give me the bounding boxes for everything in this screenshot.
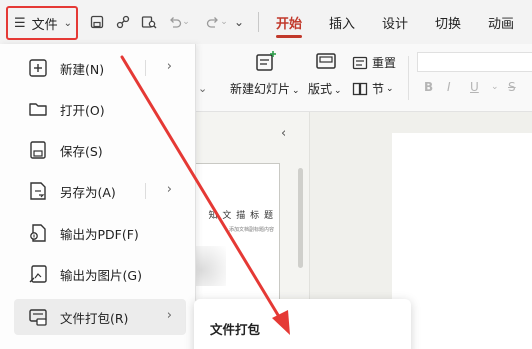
link-icon <box>116 15 130 29</box>
chevron-down-icon: ⌄ <box>334 86 342 96</box>
strikethrough-button[interactable]: S <box>508 80 516 94</box>
file-menu-panel: 新建(N) › 打开(O) 保存(S) 另存为(A) › 输出为PDF(F) 输… <box>0 44 196 349</box>
italic-button[interactable]: I <box>447 80 451 94</box>
collapse-panel-icon[interactable]: ‹ <box>281 126 286 141</box>
reset-icon <box>352 56 368 69</box>
save-as-icon <box>26 179 50 203</box>
folder-open-icon <box>26 97 50 121</box>
font-name-select[interactable] <box>417 52 532 72</box>
tab-home[interactable]: 开始 <box>276 13 302 32</box>
menu-item-label: 新建(N) <box>60 61 105 77</box>
new-slide-icon <box>254 50 278 78</box>
menu-item-save-as[interactable]: 另存为(A) › <box>14 173 186 209</box>
save-icon <box>90 15 104 29</box>
menu-item-new[interactable]: 新建(N) › <box>14 50 186 86</box>
layout-label: 版式 <box>308 82 333 96</box>
menu-item-open[interactable]: 打开(O) <box>14 91 186 127</box>
chevron-down-icon: ⌄ <box>233 15 245 29</box>
new-slide-label: 新建幻灯片 <box>230 82 291 96</box>
menu-item-export-pdf[interactable]: 输出为PDF(F) <box>14 215 186 251</box>
ribbon-divider <box>408 56 409 100</box>
layout-button[interactable]: 版式 ⌄ <box>308 80 342 97</box>
bold-button[interactable]: B <box>424 80 433 94</box>
thumbnail-title: 知 文 描 标 题 <box>208 211 274 221</box>
new-document-icon <box>26 56 50 80</box>
hamburger-icon: ☰ <box>14 15 26 31</box>
undo-dropdown[interactable]: ⌄ <box>180 12 192 32</box>
menu-item-label: 另存为(A) <box>60 184 116 200</box>
layout-icon <box>315 52 337 76</box>
new-slide-button[interactable]: 新建幻灯片 ⌄ <box>230 80 300 97</box>
chevron-down-icon: ⌄ <box>182 17 190 27</box>
customize-quick-access[interactable]: ⌄ <box>228 12 250 32</box>
section-icon <box>352 82 368 95</box>
underline-button[interactable]: U <box>470 80 479 94</box>
chevron-down-icon[interactable]: ⌄ <box>491 82 499 92</box>
chevron-right-icon[interactable]: › <box>167 182 172 197</box>
export-pdf-icon <box>26 221 50 245</box>
slide-thumbnail[interactable]: 知 文 描 标 题 添加文档副标题内容 <box>196 163 280 301</box>
chevron-down-icon: ⌄ <box>63 17 73 29</box>
chevron-down-icon: ⌄ <box>220 17 228 27</box>
reset-label: 重置 <box>372 56 397 70</box>
thumbnail-ink-decoration <box>196 246 226 286</box>
tab-animation[interactable]: 动画 <box>488 13 514 32</box>
tab-design[interactable]: 设计 <box>382 13 408 32</box>
chevron-right-icon[interactable]: › <box>167 308 172 323</box>
menu-item-label: 文件打包(R) <box>60 310 129 326</box>
menu-item-label: 保存(S) <box>60 143 103 159</box>
menu-divider <box>145 183 146 199</box>
save-icon <box>26 138 50 162</box>
tab-transition[interactable]: 切换 <box>435 13 461 32</box>
share-quick-button[interactable] <box>112 12 134 32</box>
menu-item-save[interactable]: 保存(S) <box>14 132 186 168</box>
save-quick-button[interactable] <box>86 12 108 32</box>
menu-divider <box>145 60 146 76</box>
toolbar-divider <box>258 12 259 32</box>
submenu-title: 文件打包 <box>210 322 261 337</box>
menu-item-package[interactable]: 文件打包(R) › <box>14 299 186 335</box>
chevron-down-icon: ⌄ <box>292 86 300 96</box>
thumbnail-scrollbar[interactable] <box>298 168 303 268</box>
slide-canvas[interactable] <box>392 133 532 349</box>
file-menu-label: 文件 <box>31 17 58 33</box>
top-toolbar: ☰ 文件 ⌄ ⌄ ⌄ ⌄ 开始 插入 设计 切换 动画 <box>0 0 532 44</box>
menu-item-export-image[interactable]: 输出为图片(G) <box>14 256 186 292</box>
export-image-icon <box>26 262 50 286</box>
menu-item-label: 输出为图片(G) <box>60 267 142 283</box>
reset-button[interactable]: 重置 <box>352 54 396 71</box>
package-icon <box>26 305 50 329</box>
section-button[interactable]: 节 ⌄ <box>352 80 394 97</box>
thumbnail-subtitle: 添加文档副标题内容 <box>228 227 274 233</box>
print-preview-quick-button[interactable] <box>138 12 160 32</box>
chevron-down-icon: ⌄ <box>386 83 394 94</box>
tab-insert[interactable]: 插入 <box>329 13 355 32</box>
section-label: 节 <box>372 82 385 96</box>
menu-item-label: 打开(O) <box>60 102 105 118</box>
chevron-right-icon[interactable]: › <box>167 59 172 74</box>
ribbon-dropdown-arrow[interactable]: ⌄ <box>198 82 207 95</box>
print-preview-icon <box>141 16 157 29</box>
active-tab-indicator <box>276 35 302 38</box>
package-submenu: 文件打包 <box>194 299 411 349</box>
menu-item-label: 输出为PDF(F) <box>60 226 139 242</box>
file-menu-button[interactable]: ☰ 文件 ⌄ <box>6 6 78 40</box>
